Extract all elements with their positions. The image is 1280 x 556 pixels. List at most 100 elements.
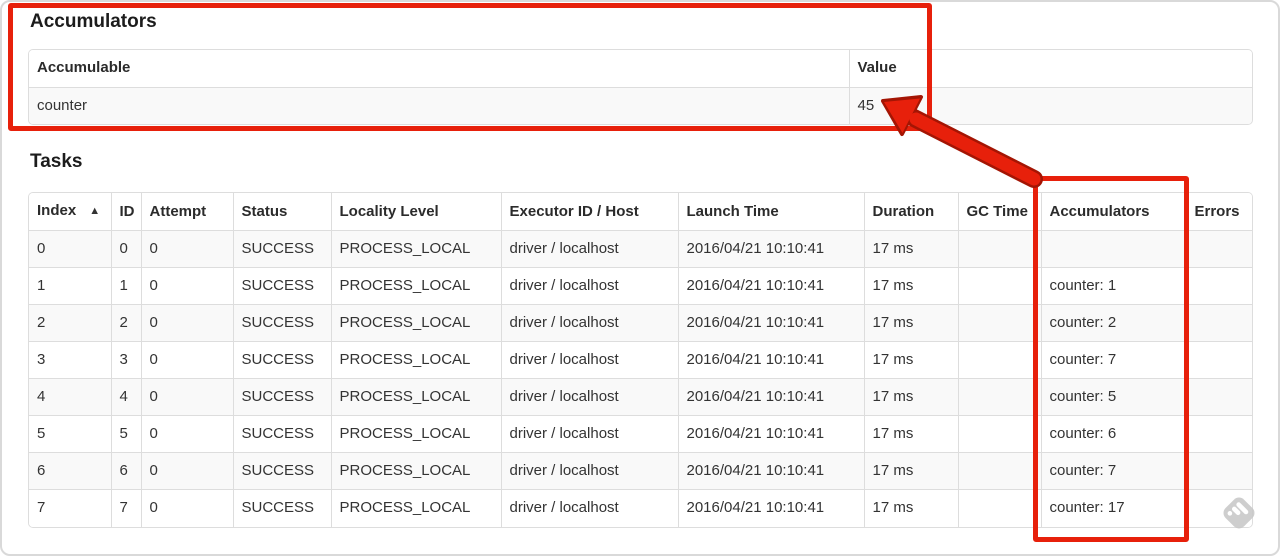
errors-cell — [1185, 304, 1252, 342]
locality-level-cell: PROCESS_LOCAL — [330, 452, 502, 490]
attempt-cell: 0 — [140, 267, 234, 305]
task-row: 4 4 0 SUCCESS PROCESS_LOCAL driver / loc… — [29, 378, 1252, 416]
attempt-cell: 0 — [140, 415, 234, 453]
status-cell: SUCCESS — [232, 341, 332, 379]
gc-time-cell — [957, 267, 1042, 305]
errors-cell — [1185, 230, 1252, 268]
task-row: 0 0 0 SUCCESS PROCESS_LOCAL driver / loc… — [29, 230, 1252, 268]
accumulators-cell: counter: 5 — [1040, 378, 1187, 416]
tasks-heading: Tasks — [30, 151, 83, 172]
launch-time-cell: 2016/04/21 10:10:41 — [677, 267, 865, 305]
attempt-cell: 0 — [140, 230, 234, 268]
id-cell: 6 — [110, 452, 142, 490]
col-header-locality-level[interactable]: Locality Level — [330, 193, 502, 231]
errors-cell — [1185, 489, 1252, 527]
task-row: 7 7 0 SUCCESS PROCESS_LOCAL driver / loc… — [29, 489, 1252, 527]
duration-cell: 17 ms — [863, 304, 959, 342]
launch-time-cell: 2016/04/21 10:10:41 — [677, 489, 865, 527]
index-cell: 3 — [29, 341, 112, 379]
status-cell: SUCCESS — [232, 267, 332, 305]
executor-id-host-cell: driver / localhost — [500, 304, 679, 342]
gc-time-cell — [957, 341, 1042, 379]
accumulable-value-cell: 45 — [848, 86, 1252, 124]
attempt-cell: 0 — [140, 304, 234, 342]
errors-cell — [1185, 341, 1252, 379]
index-cell: 7 — [29, 489, 112, 527]
errors-cell — [1185, 267, 1252, 305]
accumulators-cell: counter: 6 — [1040, 415, 1187, 453]
locality-level-cell: PROCESS_LOCAL — [330, 378, 502, 416]
errors-cell — [1185, 378, 1252, 416]
gc-time-cell — [957, 230, 1042, 268]
accumulators-table: Accumulable Value counter 45 — [28, 49, 1253, 125]
attempt-cell: 0 — [140, 489, 234, 527]
index-cell: 6 — [29, 452, 112, 490]
duration-cell: 17 ms — [863, 230, 959, 268]
locality-level-cell: PROCESS_LOCAL — [330, 489, 502, 527]
col-header-accumulable[interactable]: Accumulable — [29, 50, 850, 88]
status-cell: SUCCESS — [232, 378, 332, 416]
launch-time-cell: 2016/04/21 10:10:41 — [677, 378, 865, 416]
gc-time-cell — [957, 415, 1042, 453]
col-header-id[interactable]: ID — [110, 193, 142, 231]
id-cell: 3 — [110, 341, 142, 379]
launch-time-cell: 2016/04/21 10:10:41 — [677, 230, 865, 268]
locality-level-cell: PROCESS_LOCAL — [330, 230, 502, 268]
gc-time-cell — [957, 489, 1042, 527]
id-cell: 2 — [110, 304, 142, 342]
status-cell: SUCCESS — [232, 452, 332, 490]
executor-id-host-cell: driver / localhost — [500, 452, 679, 490]
launch-time-cell: 2016/04/21 10:10:41 — [677, 341, 865, 379]
accumulators-cell: counter: 2 — [1040, 304, 1187, 342]
status-cell: SUCCESS — [232, 304, 332, 342]
task-row: 2 2 0 SUCCESS PROCESS_LOCAL driver / loc… — [29, 304, 1252, 342]
accumulators-header-row: Accumulable Value — [29, 50, 1252, 88]
col-header-index[interactable]: Index ▲ — [29, 193, 112, 231]
col-header-gc-time[interactable]: GC Time — [957, 193, 1042, 231]
gc-time-cell — [957, 304, 1042, 342]
id-cell: 4 — [110, 378, 142, 416]
col-header-duration[interactable]: Duration — [863, 193, 959, 231]
task-row: 1 1 0 SUCCESS PROCESS_LOCAL driver / loc… — [29, 267, 1252, 305]
accumulators-cell: counter: 17 — [1040, 489, 1187, 527]
executor-id-host-cell: driver / localhost — [500, 267, 679, 305]
accumulators-heading: Accumulators — [30, 11, 157, 32]
duration-cell: 17 ms — [863, 415, 959, 453]
attempt-cell: 0 — [140, 378, 234, 416]
attempt-cell: 0 — [140, 452, 234, 490]
col-header-accumulators[interactable]: Accumulators — [1040, 193, 1187, 231]
index-cell: 4 — [29, 378, 112, 416]
launch-time-cell: 2016/04/21 10:10:41 — [677, 452, 865, 490]
index-cell: 0 — [29, 230, 112, 268]
accumulator-row: counter 45 — [29, 86, 1252, 124]
status-cell: SUCCESS — [232, 489, 332, 527]
col-header-launch-time[interactable]: Launch Time — [677, 193, 865, 231]
id-cell: 0 — [110, 230, 142, 268]
col-header-attempt[interactable]: Attempt — [140, 193, 234, 231]
col-header-value[interactable]: Value — [848, 50, 1252, 88]
index-cell: 5 — [29, 415, 112, 453]
locality-level-cell: PROCESS_LOCAL — [330, 415, 502, 453]
executor-id-host-cell: driver / localhost — [500, 378, 679, 416]
gc-time-cell — [957, 452, 1042, 490]
id-cell: 1 — [110, 267, 142, 305]
accumulators-cell — [1040, 230, 1187, 268]
col-header-errors[interactable]: Errors — [1185, 193, 1252, 231]
duration-cell: 17 ms — [863, 267, 959, 305]
task-row: 6 6 0 SUCCESS PROCESS_LOCAL driver / loc… — [29, 452, 1252, 490]
duration-cell: 17 ms — [863, 378, 959, 416]
tasks-table: Index ▲ ID Attempt Status Locality Level … — [28, 192, 1253, 528]
duration-cell: 17 ms — [863, 341, 959, 379]
errors-cell — [1185, 452, 1252, 490]
executor-id-host-cell: driver / localhost — [500, 415, 679, 453]
task-row: 5 5 0 SUCCESS PROCESS_LOCAL driver / loc… — [29, 415, 1252, 453]
duration-cell: 17 ms — [863, 452, 959, 490]
locality-level-cell: PROCESS_LOCAL — [330, 267, 502, 305]
executor-id-host-cell: driver / localhost — [500, 230, 679, 268]
col-header-executor-id-host[interactable]: Executor ID / Host — [500, 193, 679, 231]
col-header-status[interactable]: Status — [232, 193, 332, 231]
attempt-cell: 0 — [140, 341, 234, 379]
accumulators-cell: counter: 7 — [1040, 452, 1187, 490]
gc-time-cell — [957, 378, 1042, 416]
index-cell: 2 — [29, 304, 112, 342]
